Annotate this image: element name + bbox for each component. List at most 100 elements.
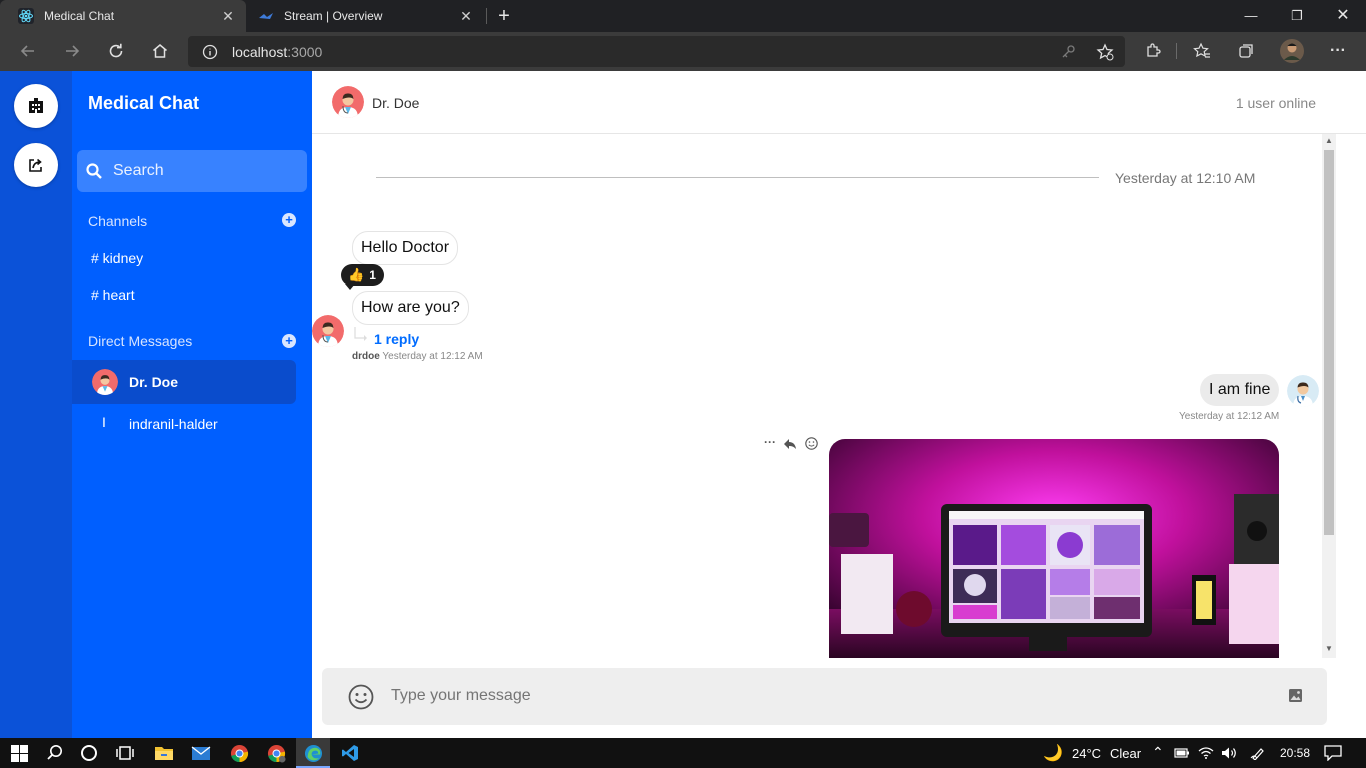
back-icon[interactable]	[14, 38, 42, 64]
doctor-avatar	[312, 315, 344, 347]
task-view-icon[interactable]	[114, 742, 136, 764]
message-time: Yesterday at 12:12 AM	[1179, 411, 1280, 422]
channel-kidney[interactable]: # kidney	[91, 250, 143, 266]
volume-icon[interactable]	[1221, 746, 1237, 760]
message-composer	[322, 668, 1327, 725]
tab-divider	[486, 8, 487, 24]
dm-name: indranil-halder	[129, 416, 218, 432]
message-bubble[interactable]: Hello Doctor	[352, 231, 459, 265]
home-icon[interactable]	[146, 38, 174, 64]
scroll-up-icon[interactable]: ▲	[1325, 136, 1333, 145]
windows-start-icon[interactable]	[8, 742, 30, 764]
collections-icon[interactable]	[1232, 38, 1260, 64]
image-attachment[interactable]	[829, 439, 1279, 658]
battery-icon[interactable]	[1174, 747, 1190, 759]
vscode-icon[interactable]	[339, 742, 361, 764]
stream-icon	[259, 13, 273, 19]
dm-name: Dr. Doe	[129, 374, 179, 390]
message-meta: drdoe Yesterday at 12:12 AM	[352, 351, 483, 362]
tab-stream-overview[interactable]: Stream | Overview ✕	[248, 0, 484, 32]
info-icon[interactable]	[202, 44, 218, 60]
tab-title: Stream | Overview	[284, 9, 383, 23]
dm-initial: I	[102, 414, 106, 430]
new-tab-icon[interactable]: +	[494, 4, 514, 28]
key-icon[interactable]	[1060, 44, 1076, 60]
reply-icon[interactable]	[783, 438, 797, 450]
message-list: Yesterday at 12:10 AM Hello Doctor 👍 1 H…	[312, 134, 1336, 658]
clock-time[interactable]: 20:58	[1280, 746, 1310, 760]
chrome-icon[interactable]	[228, 742, 250, 764]
browser-tab-bar: Medical Chat ✕ Stream | Overview ✕ + — ❐…	[0, 0, 1366, 32]
doctor-avatar	[92, 369, 118, 395]
channel-heart[interactable]: # heart	[91, 287, 135, 303]
channel-sidebar: Medical Chat Search Channels + # kidney …	[72, 71, 312, 738]
window-close-icon[interactable]: ✕	[1320, 0, 1366, 32]
thread-connector-icon	[354, 327, 367, 341]
toolbar-divider	[1176, 43, 1177, 59]
tab-close-icon[interactable]: ✕	[458, 8, 474, 24]
thumbs-up-icon: 👍	[348, 267, 365, 282]
dm-item-dr-doe[interactable]: Dr. Doe	[72, 360, 296, 404]
tab-medical-chat[interactable]: Medical Chat ✕	[0, 0, 246, 32]
chrome-profile-icon[interactable]	[265, 742, 287, 764]
search-icon[interactable]	[44, 742, 66, 764]
tab-title: Medical Chat	[44, 9, 115, 23]
reaction-tail	[345, 284, 355, 290]
message-bubble-own[interactable]: I am fine	[1200, 374, 1280, 406]
url-port: :3000	[287, 44, 323, 60]
scroll-down-icon[interactable]: ▼	[1325, 644, 1333, 653]
add-channel-icon[interactable]: +	[282, 213, 296, 227]
message-scrollbar[interactable]: ▲ ▼	[1322, 134, 1336, 658]
message-author: drdoe	[352, 351, 380, 362]
edge-icon[interactable]	[302, 742, 324, 764]
message-time: Yesterday at 12:12 AM	[382, 351, 483, 362]
minimize-icon[interactable]: —	[1228, 0, 1274, 32]
scrollbar-thumb[interactable]	[1324, 150, 1334, 535]
search-placeholder: Search	[113, 162, 164, 179]
url-text[interactable]: localhost:3000	[232, 44, 322, 60]
hospital-icon	[29, 98, 43, 113]
weather-temp[interactable]: 24°C	[1072, 746, 1101, 761]
hospital-button[interactable]	[14, 84, 58, 128]
browser-toolbar: localhost:3000 ···	[0, 32, 1366, 71]
weather-condition[interactable]: Clear	[1110, 746, 1141, 761]
more-icon[interactable]: ···	[1324, 38, 1352, 64]
reaction-badge[interactable]: 👍 1	[341, 264, 384, 286]
address-bar[interactable]: localhost:3000	[188, 36, 1125, 67]
date-separator: Yesterday at 12:10 AM	[1115, 170, 1256, 186]
forward-icon[interactable]	[58, 38, 86, 64]
reaction-count: 1	[369, 268, 376, 282]
restore-icon[interactable]: ❐	[1274, 0, 1320, 32]
add-direct-message-icon[interactable]: +	[282, 334, 296, 348]
favorites-icon[interactable]	[1188, 38, 1216, 64]
app-brand: Medical Chat	[88, 93, 200, 113]
wifi-icon[interactable]	[1198, 746, 1214, 760]
notifications-icon[interactable]	[1324, 745, 1342, 761]
file-explorer-icon[interactable]	[153, 742, 175, 764]
url-host: localhost	[232, 44, 288, 60]
mail-icon[interactable]	[190, 742, 212, 764]
doctor-avatar	[332, 86, 364, 118]
more-options-icon[interactable]: ···	[764, 435, 776, 449]
cortana-icon[interactable]	[78, 742, 100, 764]
windows-taskbar: 🌙 24°C Clear ⌃ 20:58	[0, 738, 1366, 768]
weather-moon-icon[interactable]: 🌙	[1043, 743, 1063, 763]
search-input[interactable]: Search	[77, 150, 307, 192]
pen-workspace-icon[interactable]	[1250, 746, 1266, 760]
extensions-icon[interactable]	[1139, 38, 1167, 64]
emoji-reaction-icon[interactable]	[805, 437, 818, 450]
chevron-up-icon[interactable]: ⌃	[1152, 744, 1164, 761]
message-bubble[interactable]: How are you?	[352, 291, 469, 325]
tab-close-icon[interactable]: ✕	[220, 8, 236, 24]
image-upload-icon[interactable]	[1288, 688, 1303, 703]
thread-reply-link[interactable]: 1 reply	[374, 331, 419, 347]
emoji-icon[interactable]	[348, 684, 374, 710]
logout-button[interactable]	[14, 143, 58, 187]
message-input[interactable]	[391, 687, 1251, 705]
share-exit-icon	[29, 158, 42, 172]
profile-avatar[interactable]	[1278, 38, 1306, 64]
add-favorite-icon[interactable]	[1096, 43, 1114, 61]
date-separator-line	[376, 177, 1099, 178]
dm-item-indranil-halder[interactable]: I indranil-halder	[72, 404, 296, 442]
refresh-icon[interactable]	[102, 38, 130, 64]
